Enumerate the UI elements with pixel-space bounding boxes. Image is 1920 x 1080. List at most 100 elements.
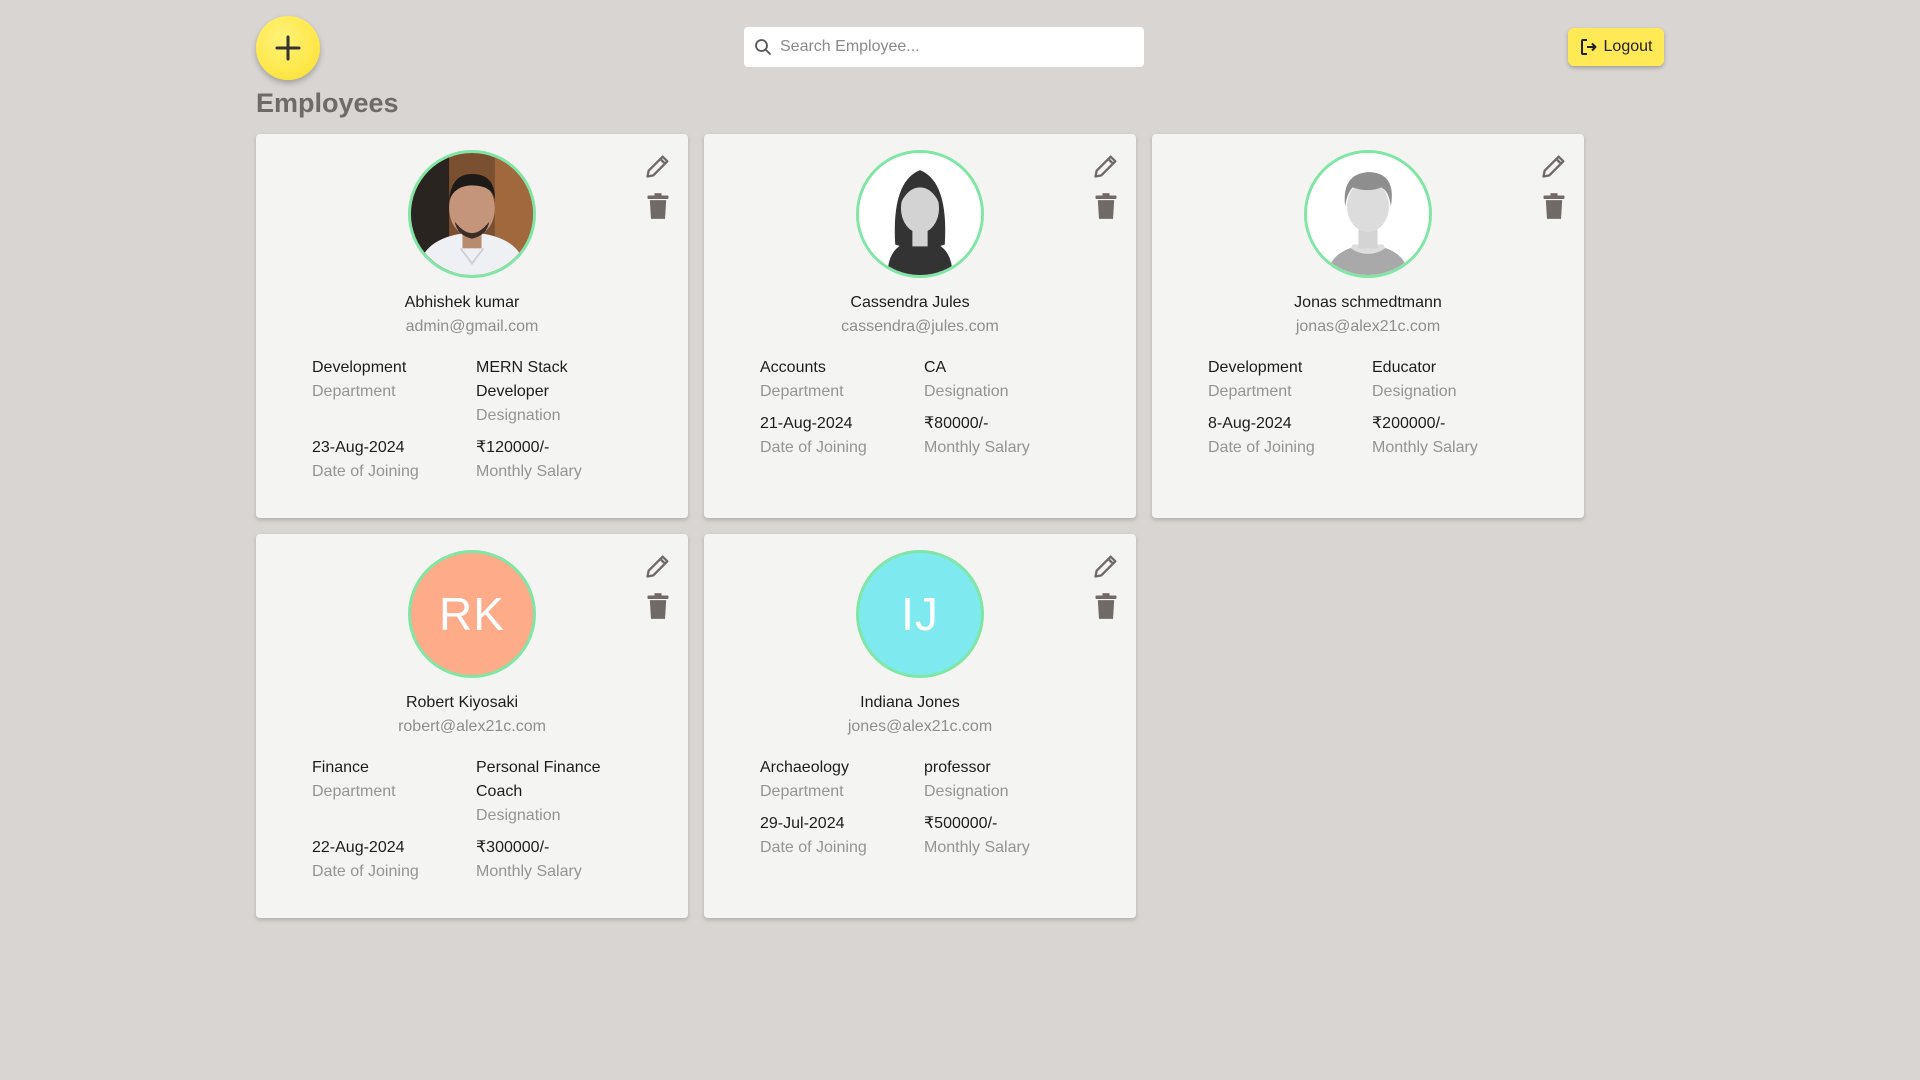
salary-field: ₹500000/- Monthly Salary xyxy=(924,812,1074,860)
pencil-icon[interactable] xyxy=(644,152,672,180)
designation-field: MERN Stack Developer Designation xyxy=(476,356,606,428)
designation-field: Educator Designation xyxy=(1372,356,1522,404)
designation-field: CA Designation xyxy=(924,356,1074,404)
department-field: Finance Department xyxy=(312,756,462,804)
avatar-initials: IJ xyxy=(901,588,939,640)
employee-name: Robert Kiyosaki xyxy=(405,694,519,711)
date-of-joining-value: 21-Aug-2024 xyxy=(760,415,853,432)
page-title: Employees xyxy=(256,88,399,118)
date-of-joining-value: 23-Aug-2024 xyxy=(312,439,405,456)
department-label: Department xyxy=(760,783,844,800)
department-value: Accounts xyxy=(760,359,826,376)
department-field: Accounts Department xyxy=(760,356,910,404)
logout-button[interactable]: Logout xyxy=(1568,28,1664,66)
avatar-initials: RK xyxy=(439,588,505,640)
department-label: Department xyxy=(312,383,396,400)
pencil-icon[interactable] xyxy=(1092,552,1120,580)
department-label: Department xyxy=(312,783,396,800)
department-field: Development Department xyxy=(1208,356,1358,404)
employee-name: Abhishek kumar xyxy=(404,294,520,311)
salary-field: ₹80000/- Monthly Salary xyxy=(924,412,1074,460)
department-value: Finance xyxy=(312,759,369,776)
department-value: Archaeology xyxy=(760,759,849,776)
search-input[interactable] xyxy=(780,38,1144,56)
department-value: Development xyxy=(1208,359,1303,376)
date-of-joining-field: 22-Aug-2024 Date of Joining xyxy=(312,836,462,884)
employee-email: jonas@alex21c.com xyxy=(1295,318,1441,335)
employee-email: robert@alex21c.com xyxy=(398,718,546,735)
salary-field: ₹120000/- Monthly Salary xyxy=(476,436,626,484)
avatar xyxy=(1304,150,1432,278)
designation-label: Designation xyxy=(924,783,1009,800)
trash-icon[interactable] xyxy=(1094,192,1118,220)
department-label: Department xyxy=(1208,383,1292,400)
salary-value: ₹120000/- xyxy=(476,439,550,456)
salary-value: ₹80000/- xyxy=(924,415,989,432)
employee-name: Indiana Jones xyxy=(860,694,960,711)
department-field: Development Department xyxy=(312,356,462,404)
employee-card: Jonas schmedtmann jonas@alex21c.com Deve… xyxy=(1152,134,1584,518)
trash-icon[interactable] xyxy=(1542,192,1566,220)
designation-value: professor xyxy=(924,759,991,776)
avatar xyxy=(408,150,536,278)
designation-label: Designation xyxy=(924,383,1009,400)
designation-value: CA xyxy=(924,359,947,376)
trash-icon[interactable] xyxy=(646,192,670,220)
employee-email: admin@gmail.com xyxy=(405,318,539,335)
male-avatar-icon xyxy=(1307,153,1429,275)
salary-field: ₹300000/- Monthly Salary xyxy=(476,836,626,884)
employee-dashboard: Logout Employees Abhishek kuma xyxy=(0,0,1920,1080)
employee-card: RK Robert Kiyosaki robert@alex21c.com Fi… xyxy=(256,534,688,918)
search-bar xyxy=(744,27,1144,67)
salary-label: Monthly Salary xyxy=(476,863,582,880)
logout-label: Logout xyxy=(1603,38,1653,55)
employee-photo xyxy=(411,153,533,275)
date-of-joining-label: Date of Joining xyxy=(312,463,419,480)
date-of-joining-label: Date of Joining xyxy=(760,439,867,456)
avatar: RK xyxy=(408,550,536,678)
trash-icon[interactable] xyxy=(1094,592,1118,620)
designation-value: MERN Stack Developer xyxy=(476,359,568,400)
female-avatar-icon xyxy=(859,153,981,275)
designation-label: Designation xyxy=(476,407,561,424)
employee-card: IJ Indiana Jones jones@alex21c.com Archa… xyxy=(704,534,1136,918)
date-of-joining-field: 8-Aug-2024 Date of Joining xyxy=(1208,412,1358,460)
employee-name: Cassendra Jules xyxy=(850,294,970,311)
date-of-joining-value: 8-Aug-2024 xyxy=(1208,415,1292,432)
pencil-icon[interactable] xyxy=(644,552,672,580)
department-value: Development xyxy=(312,359,407,376)
salary-label: Monthly Salary xyxy=(924,439,1030,456)
plus-icon xyxy=(275,35,301,61)
salary-value: ₹300000/- xyxy=(476,839,550,856)
designation-label: Designation xyxy=(1372,383,1457,400)
salary-value: ₹500000/- xyxy=(924,815,998,832)
avatar xyxy=(856,150,984,278)
designation-field: professor Designation xyxy=(924,756,1074,804)
employee-card: Abhishek kumar admin@gmail.com Developme… xyxy=(256,134,688,518)
date-of-joining-label: Date of Joining xyxy=(760,839,867,856)
salary-value: ₹200000/- xyxy=(1372,415,1446,432)
date-of-joining-value: 22-Aug-2024 xyxy=(312,839,405,856)
department-label: Department xyxy=(760,383,844,400)
designation-field: Personal Finance Coach Designation xyxy=(476,756,616,828)
add-employee-button[interactable] xyxy=(256,16,320,80)
employee-email: jones@alex21c.com xyxy=(847,718,993,735)
employee-email: cassendra@jules.com xyxy=(841,318,999,335)
designation-value: Personal Finance Coach xyxy=(476,759,601,800)
employee-name: Jonas schmedtmann xyxy=(1294,294,1442,311)
designation-label: Designation xyxy=(476,807,561,824)
pencil-icon[interactable] xyxy=(1092,152,1120,180)
pencil-icon[interactable] xyxy=(1540,152,1568,180)
date-of-joining-field: 29-Jul-2024 Date of Joining xyxy=(760,812,910,860)
trash-icon[interactable] xyxy=(646,592,670,620)
avatar: IJ xyxy=(856,550,984,678)
date-of-joining-field: 23-Aug-2024 Date of Joining xyxy=(312,436,462,484)
department-field: Archaeology Department xyxy=(760,756,910,804)
salary-field: ₹200000/- Monthly Salary xyxy=(1372,412,1522,460)
employee-card: Cassendra Jules cassendra@jules.com Acco… xyxy=(704,134,1136,518)
date-of-joining-label: Date of Joining xyxy=(1208,439,1315,456)
logout-icon xyxy=(1580,39,1597,55)
date-of-joining-field: 21-Aug-2024 Date of Joining xyxy=(760,412,910,460)
salary-label: Monthly Salary xyxy=(476,463,582,480)
salary-label: Monthly Salary xyxy=(1372,439,1478,456)
